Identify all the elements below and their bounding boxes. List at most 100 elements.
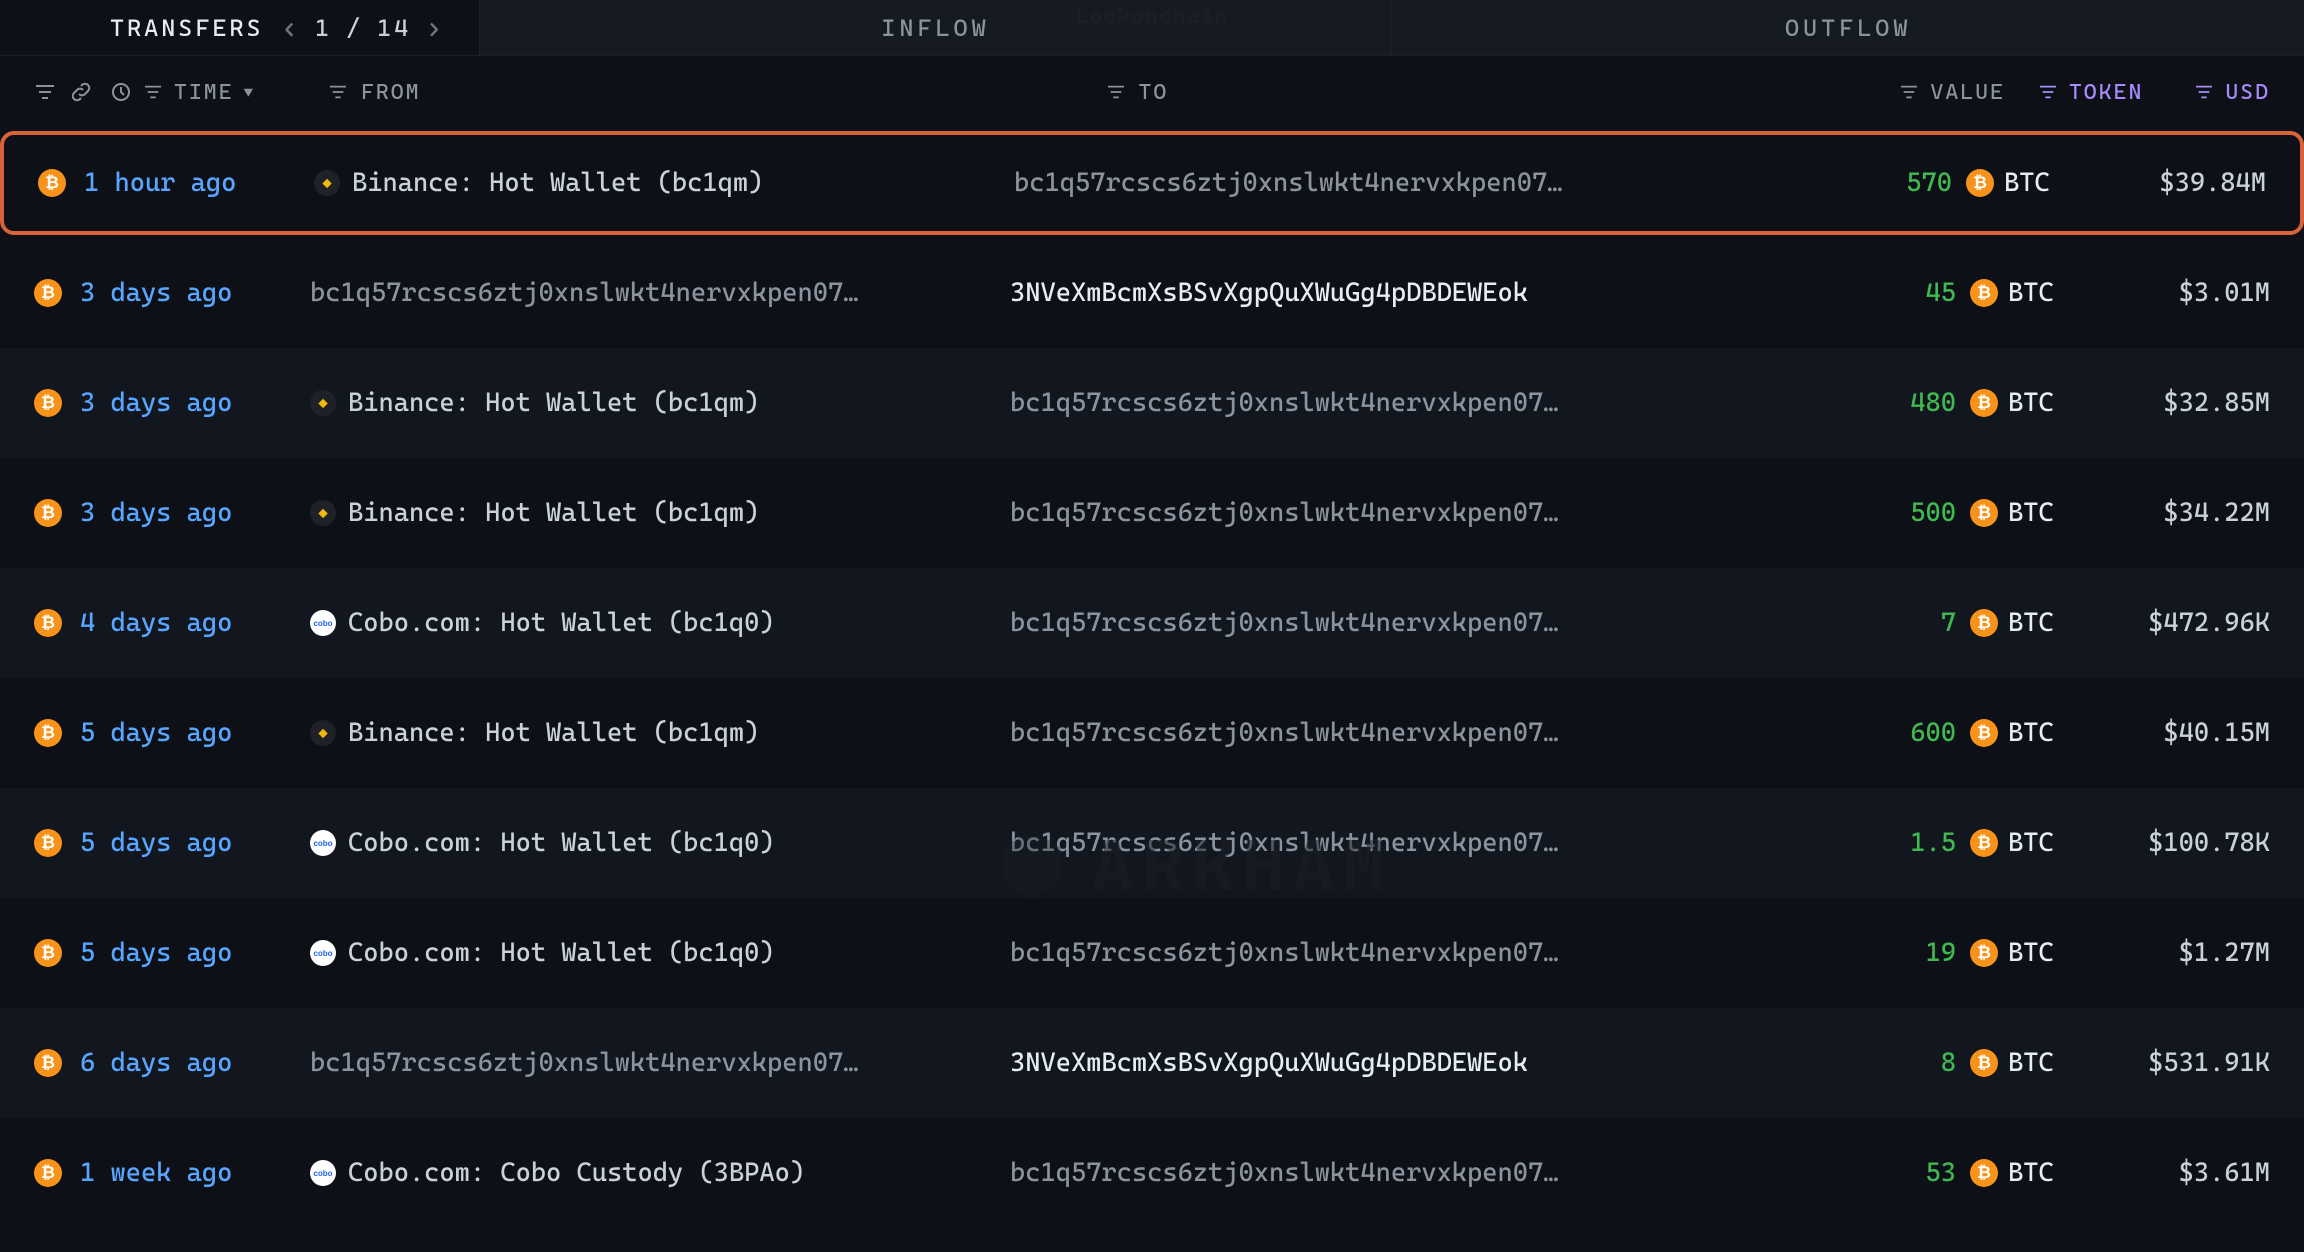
filter-icon: [142, 81, 164, 103]
chain-btc-icon: [34, 279, 62, 307]
pager-total: 14: [377, 14, 411, 42]
tab-inflow-label: INFLOW: [881, 14, 989, 42]
table-row[interactable]: 3 days agoBinance: Hot Wallet (bc1qm)bc1…: [0, 348, 2304, 458]
pager-prev-icon[interactable]: ‹: [282, 14, 301, 42]
cell-from[interactable]: Binance: Hot Wallet (bc1qm): [314, 168, 1014, 198]
cell-usd: $34.22M: [2100, 498, 2270, 528]
cell-to[interactable]: bc1q57rcscs6ztj0xnslwkt4nervxkpen07…: [1010, 938, 1710, 968]
column-to-label: TO: [1139, 80, 1169, 105]
column-from-label: FROM: [361, 80, 421, 105]
cell-value: 53: [1856, 1158, 1956, 1188]
cell-usd: $3.61M: [2100, 1158, 2270, 1188]
column-value-header[interactable]: VALUE: [1898, 80, 2004, 105]
cell-value: 1.5: [1856, 828, 1956, 858]
table-row[interactable]: 5 days agoCobo.com: Hot Wallet (bc1q0)bc…: [0, 898, 2304, 1008]
table-row[interactable]: 5 days agoBinance: Hot Wallet (bc1qm)bc1…: [0, 678, 2304, 788]
pager-separator: /: [346, 14, 363, 42]
filter-icon: [327, 81, 349, 103]
cell-from[interactable]: Binance: Hot Wallet (bc1qm): [310, 388, 1010, 418]
cell-value: 500: [1856, 498, 1956, 528]
chain-btc-icon: [34, 499, 62, 527]
token-btc-icon: [1970, 829, 1998, 857]
cell-usd: $531.91K: [2100, 1048, 2270, 1078]
cell-token: BTC: [1970, 718, 2100, 748]
cell-token: BTC: [1970, 1158, 2100, 1188]
cobo-icon: [310, 940, 336, 966]
chain-btc-icon: [34, 939, 62, 967]
chain-btc-icon: [38, 169, 66, 197]
table-row[interactable]: 1 hour agoBinance: Hot Wallet (bc1qm)bc1…: [0, 131, 2304, 235]
column-from-header[interactable]: FROM: [327, 80, 421, 105]
filter-icon[interactable]: [34, 81, 56, 103]
cell-from[interactable]: Cobo.com: Hot Wallet (bc1q0): [310, 828, 1010, 858]
cell-time: 1 hour ago: [84, 168, 314, 198]
table-row[interactable]: 5 days agoCobo.com: Hot Wallet (bc1q0)bc…: [0, 788, 2304, 898]
cell-value: 600: [1856, 718, 1956, 748]
cell-token: BTC: [1966, 168, 2096, 198]
token-btc-icon: [1970, 389, 1998, 417]
pager-next-icon[interactable]: ›: [425, 14, 444, 42]
top-tab-bar: Lookonchain TRANSFERS ‹ 1 / 14 › INFLOW …: [0, 0, 2304, 56]
cell-from[interactable]: Cobo.com: Hot Wallet (bc1q0): [310, 938, 1010, 968]
chain-btc-icon: [34, 389, 62, 417]
cell-usd: $39.84M: [2096, 168, 2266, 198]
column-time-header[interactable]: TIME ▼: [110, 80, 255, 105]
cell-to[interactable]: bc1q57rcscs6ztj0xnslwkt4nervxkpen07…: [1010, 498, 1710, 528]
cell-value: 19: [1856, 938, 1956, 968]
cobo-icon: [310, 830, 336, 856]
cell-value: 45: [1856, 278, 1956, 308]
column-to-header[interactable]: TO: [1105, 80, 1169, 105]
cell-to[interactable]: bc1q57rcscs6ztj0xnslwkt4nervxkpen07…: [1010, 828, 1710, 858]
column-token-header[interactable]: TOKEN: [2037, 80, 2143, 105]
cell-usd: $32.85M: [2100, 388, 2270, 418]
cell-to[interactable]: bc1q57rcscs6ztj0xnslwkt4nervxkpen07…: [1010, 388, 1710, 418]
binance-icon: [310, 500, 336, 526]
chain-btc-icon: [34, 1049, 62, 1077]
cell-time: 5 days ago: [80, 828, 310, 858]
column-token-label: TOKEN: [2069, 80, 2143, 105]
table-row[interactable]: 3 days agoBinance: Hot Wallet (bc1qm)bc1…: [0, 458, 2304, 568]
table-row[interactable]: 6 days agobc1q57rcscs6ztj0xnslwkt4nervxk…: [0, 1008, 2304, 1118]
table-header-row: TIME ▼ FROM TO VALUE TOKEN USD: [0, 56, 2304, 128]
cell-from[interactable]: Cobo.com: Cobo Custody (3BPAo): [310, 1158, 1010, 1188]
token-btc-icon: [1970, 609, 1998, 637]
binance-icon: [314, 170, 340, 196]
cell-to[interactable]: bc1q57rcscs6ztj0xnslwkt4nervxkpen07…: [1010, 1158, 1710, 1188]
cell-token: BTC: [1970, 1048, 2100, 1078]
tab-inflow[interactable]: INFLOW: [479, 0, 1392, 55]
cell-from[interactable]: bc1q57rcscs6ztj0xnslwkt4nervxkpen07…: [310, 1048, 1010, 1078]
cell-to[interactable]: 3NVeXmBcmXsBSvXgpQuXWuGg4pDBDEWEok: [1010, 278, 1710, 308]
cell-to[interactable]: bc1q57rcscs6ztj0xnslwkt4nervxkpen07…: [1014, 168, 1714, 198]
token-btc-icon: [1970, 939, 1998, 967]
filter-icon: [1898, 81, 1920, 103]
table-row[interactable]: 1 week agoCobo.com: Cobo Custody (3BPAo)…: [0, 1118, 2304, 1228]
table-row[interactable]: 3 days agobc1q57rcscs6ztj0xnslwkt4nervxk…: [0, 238, 2304, 348]
filter-icon: [2193, 81, 2215, 103]
cell-time: 3 days ago: [80, 388, 310, 418]
cell-from[interactable]: Binance: Hot Wallet (bc1qm): [310, 498, 1010, 528]
cell-from[interactable]: Binance: Hot Wallet (bc1qm): [310, 718, 1010, 748]
token-btc-icon: [1970, 1049, 1998, 1077]
cell-token: BTC: [1970, 938, 2100, 968]
clock-icon: [110, 81, 132, 103]
cell-from[interactable]: bc1q57rcscs6ztj0xnslwkt4nervxkpen07…: [310, 278, 1010, 308]
cell-usd: $100.78K: [2100, 828, 2270, 858]
column-value-label: VALUE: [1930, 80, 2004, 105]
cell-from[interactable]: Cobo.com: Hot Wallet (bc1q0): [310, 608, 1010, 638]
binance-icon: [310, 390, 336, 416]
cell-to[interactable]: bc1q57rcscs6ztj0xnslwkt4nervxkpen07…: [1010, 718, 1710, 748]
cell-usd: $1.27M: [2100, 938, 2270, 968]
cell-to[interactable]: 3NVeXmBcmXsBSvXgpQuXWuGg4pDBDEWEok: [1010, 1048, 1710, 1078]
cell-value: 7: [1856, 608, 1956, 638]
cell-token: BTC: [1970, 498, 2100, 528]
link-icon[interactable]: [70, 81, 92, 103]
cell-time: 1 week ago: [80, 1158, 310, 1188]
table-row[interactable]: 4 days agoCobo.com: Hot Wallet (bc1q0)bc…: [0, 568, 2304, 678]
column-time-label: TIME: [174, 80, 234, 105]
cell-to[interactable]: bc1q57rcscs6ztj0xnslwkt4nervxkpen07…: [1010, 608, 1710, 638]
column-usd-header[interactable]: USD: [2193, 80, 2270, 105]
tab-transfers[interactable]: TRANSFERS ‹ 1 / 14 ›: [0, 0, 479, 55]
chain-btc-icon: [34, 1159, 62, 1187]
cell-usd: $472.96K: [2100, 608, 2270, 638]
tab-outflow[interactable]: OUTFLOW: [1391, 0, 2304, 55]
